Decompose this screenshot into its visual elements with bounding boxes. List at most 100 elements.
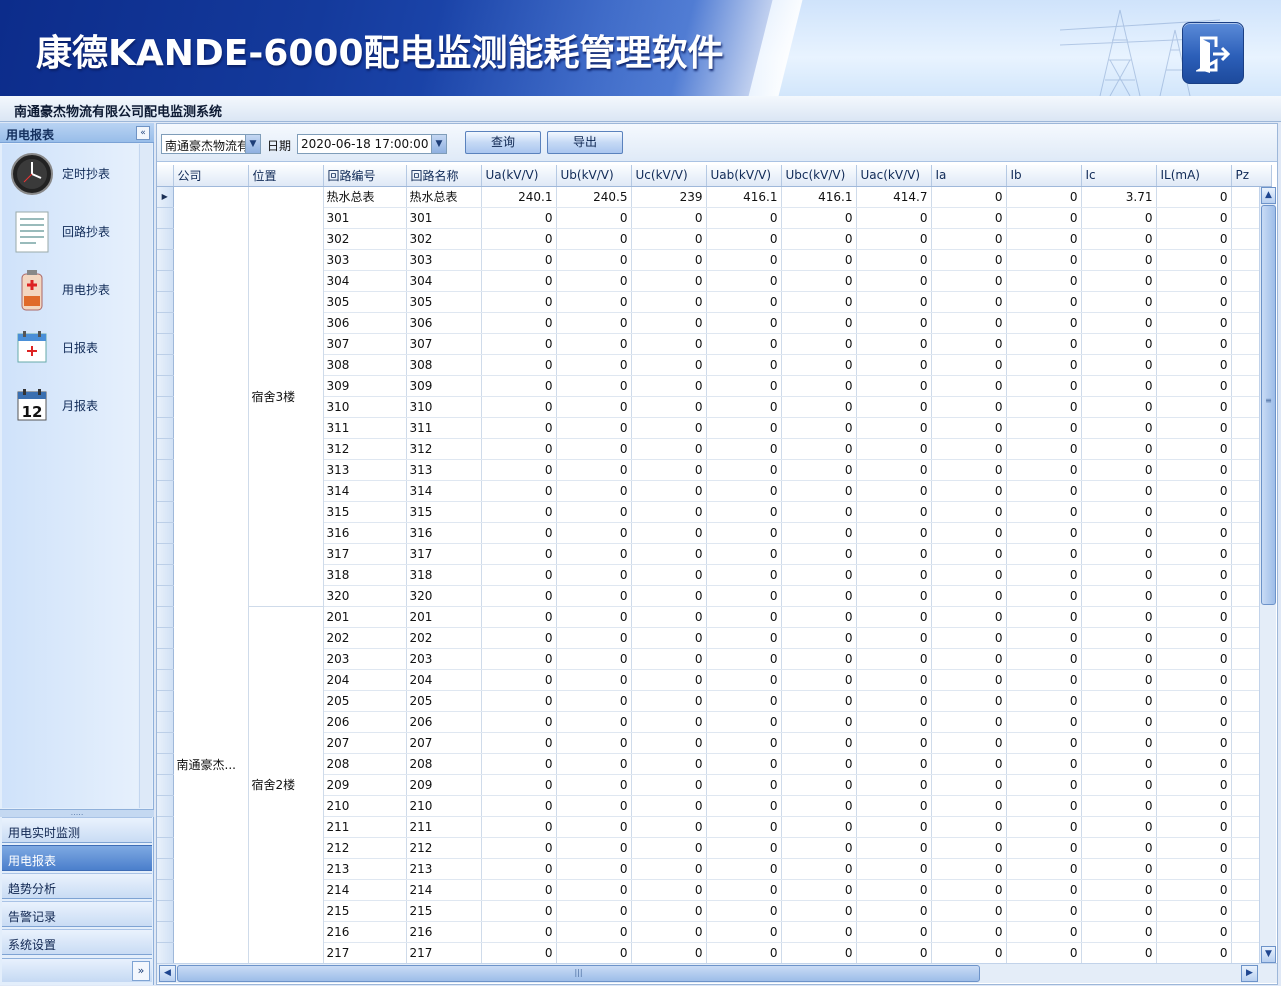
- exit-button[interactable]: [1182, 22, 1244, 84]
- row-header[interactable]: [157, 522, 174, 544]
- table-row[interactable]: 210 210 0 0 0 0 0 0 0 0 0 0: [157, 795, 1272, 817]
- column-header[interactable]: Uc(kV/V): [631, 165, 707, 187]
- table-row[interactable]: 206 206 0 0 0 0 0 0 0 0 0 0: [157, 711, 1272, 733]
- row-header[interactable]: [157, 921, 174, 943]
- row-header[interactable]: [157, 942, 174, 963]
- sidebar-item-timed-reading[interactable]: 定时抄表: [8, 146, 136, 198]
- column-header[interactable]: 位置: [248, 165, 324, 187]
- row-header[interactable]: [157, 564, 174, 586]
- column-header[interactable]: 回路名称: [406, 165, 482, 187]
- table-row[interactable]: 315 315 0 0 0 0 0 0 0 0 0 0: [157, 501, 1272, 523]
- table-row[interactable]: 304 304 0 0 0 0 0 0 0 0 0 0: [157, 270, 1272, 292]
- more-nav-button[interactable]: »: [132, 961, 150, 981]
- row-header[interactable]: [157, 375, 174, 397]
- table-row[interactable]: 209 209 0 0 0 0 0 0 0 0 0 0: [157, 774, 1272, 796]
- table-row[interactable]: 207 207 0 0 0 0 0 0 0 0 0 0: [157, 732, 1272, 754]
- row-header[interactable]: [157, 837, 174, 859]
- table-row[interactable]: 311 311 0 0 0 0 0 0 0 0 0 0: [157, 417, 1272, 439]
- table-row[interactable]: 213 213 0 0 0 0 0 0 0 0 0 0: [157, 858, 1272, 880]
- nav-realtime-monitor[interactable]: 用电实时监测: [2, 817, 152, 843]
- row-header[interactable]: [157, 858, 174, 880]
- table-row[interactable]: 305 305 0 0 0 0 0 0 0 0 0 0: [157, 291, 1272, 313]
- vertical-scroll-thumb[interactable]: ≡: [1261, 205, 1276, 605]
- table-row[interactable]: 202 202 0 0 0 0 0 0 0 0 0 0: [157, 627, 1272, 649]
- table-row[interactable]: 宿舍2楼 201 201 0 0 0 0 0 0 0 0 0 0: [157, 606, 1272, 963]
- sidebar-item-circuit-reading[interactable]: 回路抄表: [8, 204, 136, 256]
- row-header[interactable]: [157, 501, 174, 523]
- row-header[interactable]: [157, 690, 174, 712]
- scroll-up-icon[interactable]: ▲: [1261, 187, 1276, 204]
- export-button[interactable]: 导出: [547, 131, 623, 154]
- query-button[interactable]: 查询: [465, 131, 541, 154]
- collapse-button[interactable]: «: [136, 126, 150, 140]
- table-row[interactable]: 216 216 0 0 0 0 0 0 0 0 0 0: [157, 921, 1272, 943]
- row-header[interactable]: [157, 627, 174, 649]
- row-header[interactable]: [157, 648, 174, 670]
- row-header[interactable]: [157, 879, 174, 901]
- table-row[interactable]: 307 307 0 0 0 0 0 0 0 0 0 0: [157, 333, 1272, 355]
- table-row[interactable]: 310 310 0 0 0 0 0 0 0 0 0 0: [157, 396, 1272, 418]
- table-row[interactable]: 312 312 0 0 0 0 0 0 0 0 0 0: [157, 438, 1272, 460]
- table-row[interactable]: 214 214 0 0 0 0 0 0 0 0 0 0: [157, 879, 1272, 901]
- table-row[interactable]: 308 308 0 0 0 0 0 0 0 0 0 0: [157, 354, 1272, 376]
- column-header[interactable]: Ubc(kV/V): [781, 165, 857, 187]
- row-header[interactable]: [157, 480, 174, 502]
- row-header[interactable]: [157, 753, 174, 775]
- column-header[interactable]: Ua(kV/V): [481, 165, 557, 187]
- current-row-indicator-icon[interactable]: ▶: [157, 186, 174, 208]
- sidebar-item-power-reading[interactable]: 用电抄表: [8, 262, 136, 314]
- table-row[interactable]: 316 316 0 0 0 0 0 0 0 0 0 0: [157, 522, 1272, 544]
- column-header[interactable]: Pz: [1231, 165, 1272, 187]
- chevron-down-icon[interactable]: ▼: [245, 135, 260, 153]
- table-row[interactable]: 208 208 0 0 0 0 0 0 0 0 0 0: [157, 753, 1272, 775]
- row-header[interactable]: [157, 795, 174, 817]
- table-row[interactable]: 309 309 0 0 0 0 0 0 0 0 0 0: [157, 375, 1272, 397]
- row-header[interactable]: [157, 669, 174, 691]
- column-header[interactable]: 公司: [173, 165, 249, 187]
- row-header[interactable]: [157, 900, 174, 922]
- row-header[interactable]: [157, 396, 174, 418]
- scroll-right-icon[interactable]: ▶: [1241, 965, 1258, 982]
- table-row[interactable]: 302 302 0 0 0 0 0 0 0 0 0 0: [157, 228, 1272, 250]
- row-header[interactable]: [157, 417, 174, 439]
- row-header[interactable]: [157, 333, 174, 355]
- column-header[interactable]: Ib: [1006, 165, 1082, 187]
- horizontal-scrollbar[interactable]: ◀ ||| ▶: [157, 963, 1277, 983]
- row-header[interactable]: [157, 270, 174, 292]
- row-header[interactable]: [157, 711, 174, 733]
- column-header[interactable]: Ub(kV/V): [556, 165, 632, 187]
- table-row[interactable]: 205 205 0 0 0 0 0 0 0 0 0 0: [157, 690, 1272, 712]
- nav-power-report[interactable]: 用电报表: [2, 845, 152, 871]
- column-header[interactable]: 回路编号: [323, 165, 407, 187]
- row-header[interactable]: [157, 459, 174, 481]
- table-row[interactable]: 314 314 0 0 0 0 0 0 0 0 0 0: [157, 480, 1272, 502]
- row-header[interactable]: [157, 774, 174, 796]
- table-row[interactable]: 211 211 0 0 0 0 0 0 0 0 0 0: [157, 816, 1272, 838]
- company-select[interactable]: 南通豪杰物流有 ▼: [161, 134, 261, 154]
- row-header[interactable]: [157, 438, 174, 460]
- table-row[interactable]: 212 212 0 0 0 0 0 0 0 0 0 0: [157, 837, 1272, 859]
- nav-trend-analysis[interactable]: 趋势分析: [2, 873, 152, 899]
- table-row[interactable]: 318 318 0 0 0 0 0 0 0 0 0 0: [157, 564, 1272, 586]
- row-header[interactable]: [157, 291, 174, 313]
- row-header[interactable]: [157, 228, 174, 250]
- horizontal-scroll-thumb[interactable]: |||: [177, 965, 980, 982]
- column-header[interactable]: Uab(kV/V): [706, 165, 782, 187]
- sidebar-item-daily-report[interactable]: 日报表: [8, 320, 136, 372]
- row-header[interactable]: [157, 816, 174, 838]
- nav-alarm-records[interactable]: 告警记录: [2, 901, 152, 927]
- scroll-left-icon[interactable]: ◀: [159, 965, 176, 982]
- vertical-scrollbar[interactable]: ▲ ≡ ▼: [1259, 187, 1276, 963]
- row-header[interactable]: [157, 207, 174, 229]
- row-header[interactable]: [157, 606, 174, 628]
- table-row[interactable]: 313 313 0 0 0 0 0 0 0 0 0 0: [157, 459, 1272, 481]
- sidebar-scrollbar[interactable]: [139, 144, 152, 808]
- chevron-down-icon[interactable]: ▼: [431, 135, 446, 153]
- table-row[interactable]: 303 303 0 0 0 0 0 0 0 0 0 0: [157, 249, 1272, 271]
- column-header[interactable]: Uac(kV/V): [856, 165, 932, 187]
- date-picker[interactable]: 2020-06-18 17:00:00 ▼: [297, 134, 447, 154]
- column-header[interactable]: Ia: [931, 165, 1007, 187]
- nav-system-settings[interactable]: 系统设置: [2, 929, 152, 955]
- table-row[interactable]: 217 217 0 0 0 0 0 0 0 0 0 0: [157, 942, 1272, 963]
- row-header[interactable]: [157, 312, 174, 334]
